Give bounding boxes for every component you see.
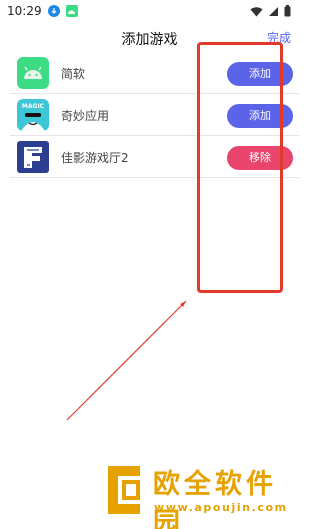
- page-title: 添加游戏: [121, 32, 178, 48]
- jiaying-app-icon: [17, 141, 49, 173]
- magic-app-icon: MAGIC: [17, 99, 49, 131]
- app-name: 奇妙应用: [61, 109, 110, 123]
- app-name: 佳影游戏厅2: [61, 151, 129, 165]
- download-icon: [47, 5, 60, 17]
- app-list: 简软 添加 MAGIC 奇妙应用 添加 佳影游戏厅2 移除: [0, 52, 299, 178]
- watermark-url: www.apoujin.com: [154, 501, 288, 514]
- android-robot-icon: [17, 57, 49, 89]
- svg-text:MAGIC: MAGIC: [22, 103, 45, 110]
- watermark-brand: 欧全软件园: [153, 469, 277, 529]
- app-name: 简软: [61, 67, 86, 81]
- watermark-logo-icon: [108, 466, 140, 514]
- status-time: 10:29: [7, 4, 42, 18]
- list-item: 佳影游戏厅2 移除: [10, 136, 299, 178]
- done-button[interactable]: 完成: [267, 29, 291, 46]
- signal-icon: [268, 2, 279, 21]
- remove-button[interactable]: 移除: [227, 146, 293, 170]
- header: 添加游戏 完成: [0, 22, 299, 52]
- watermark: 欧全软件园 www.apoujin.com: [104, 458, 294, 529]
- wifi-icon: [250, 2, 263, 21]
- battery-icon: [284, 2, 291, 21]
- list-item: 简软 添加: [10, 52, 299, 94]
- add-button[interactable]: 添加: [227, 62, 293, 86]
- add-button[interactable]: 添加: [227, 104, 293, 128]
- android-notification-icon: [65, 5, 78, 17]
- status-bar: 10:29: [0, 0, 299, 22]
- list-item: MAGIC 奇妙应用 添加: [10, 94, 299, 136]
